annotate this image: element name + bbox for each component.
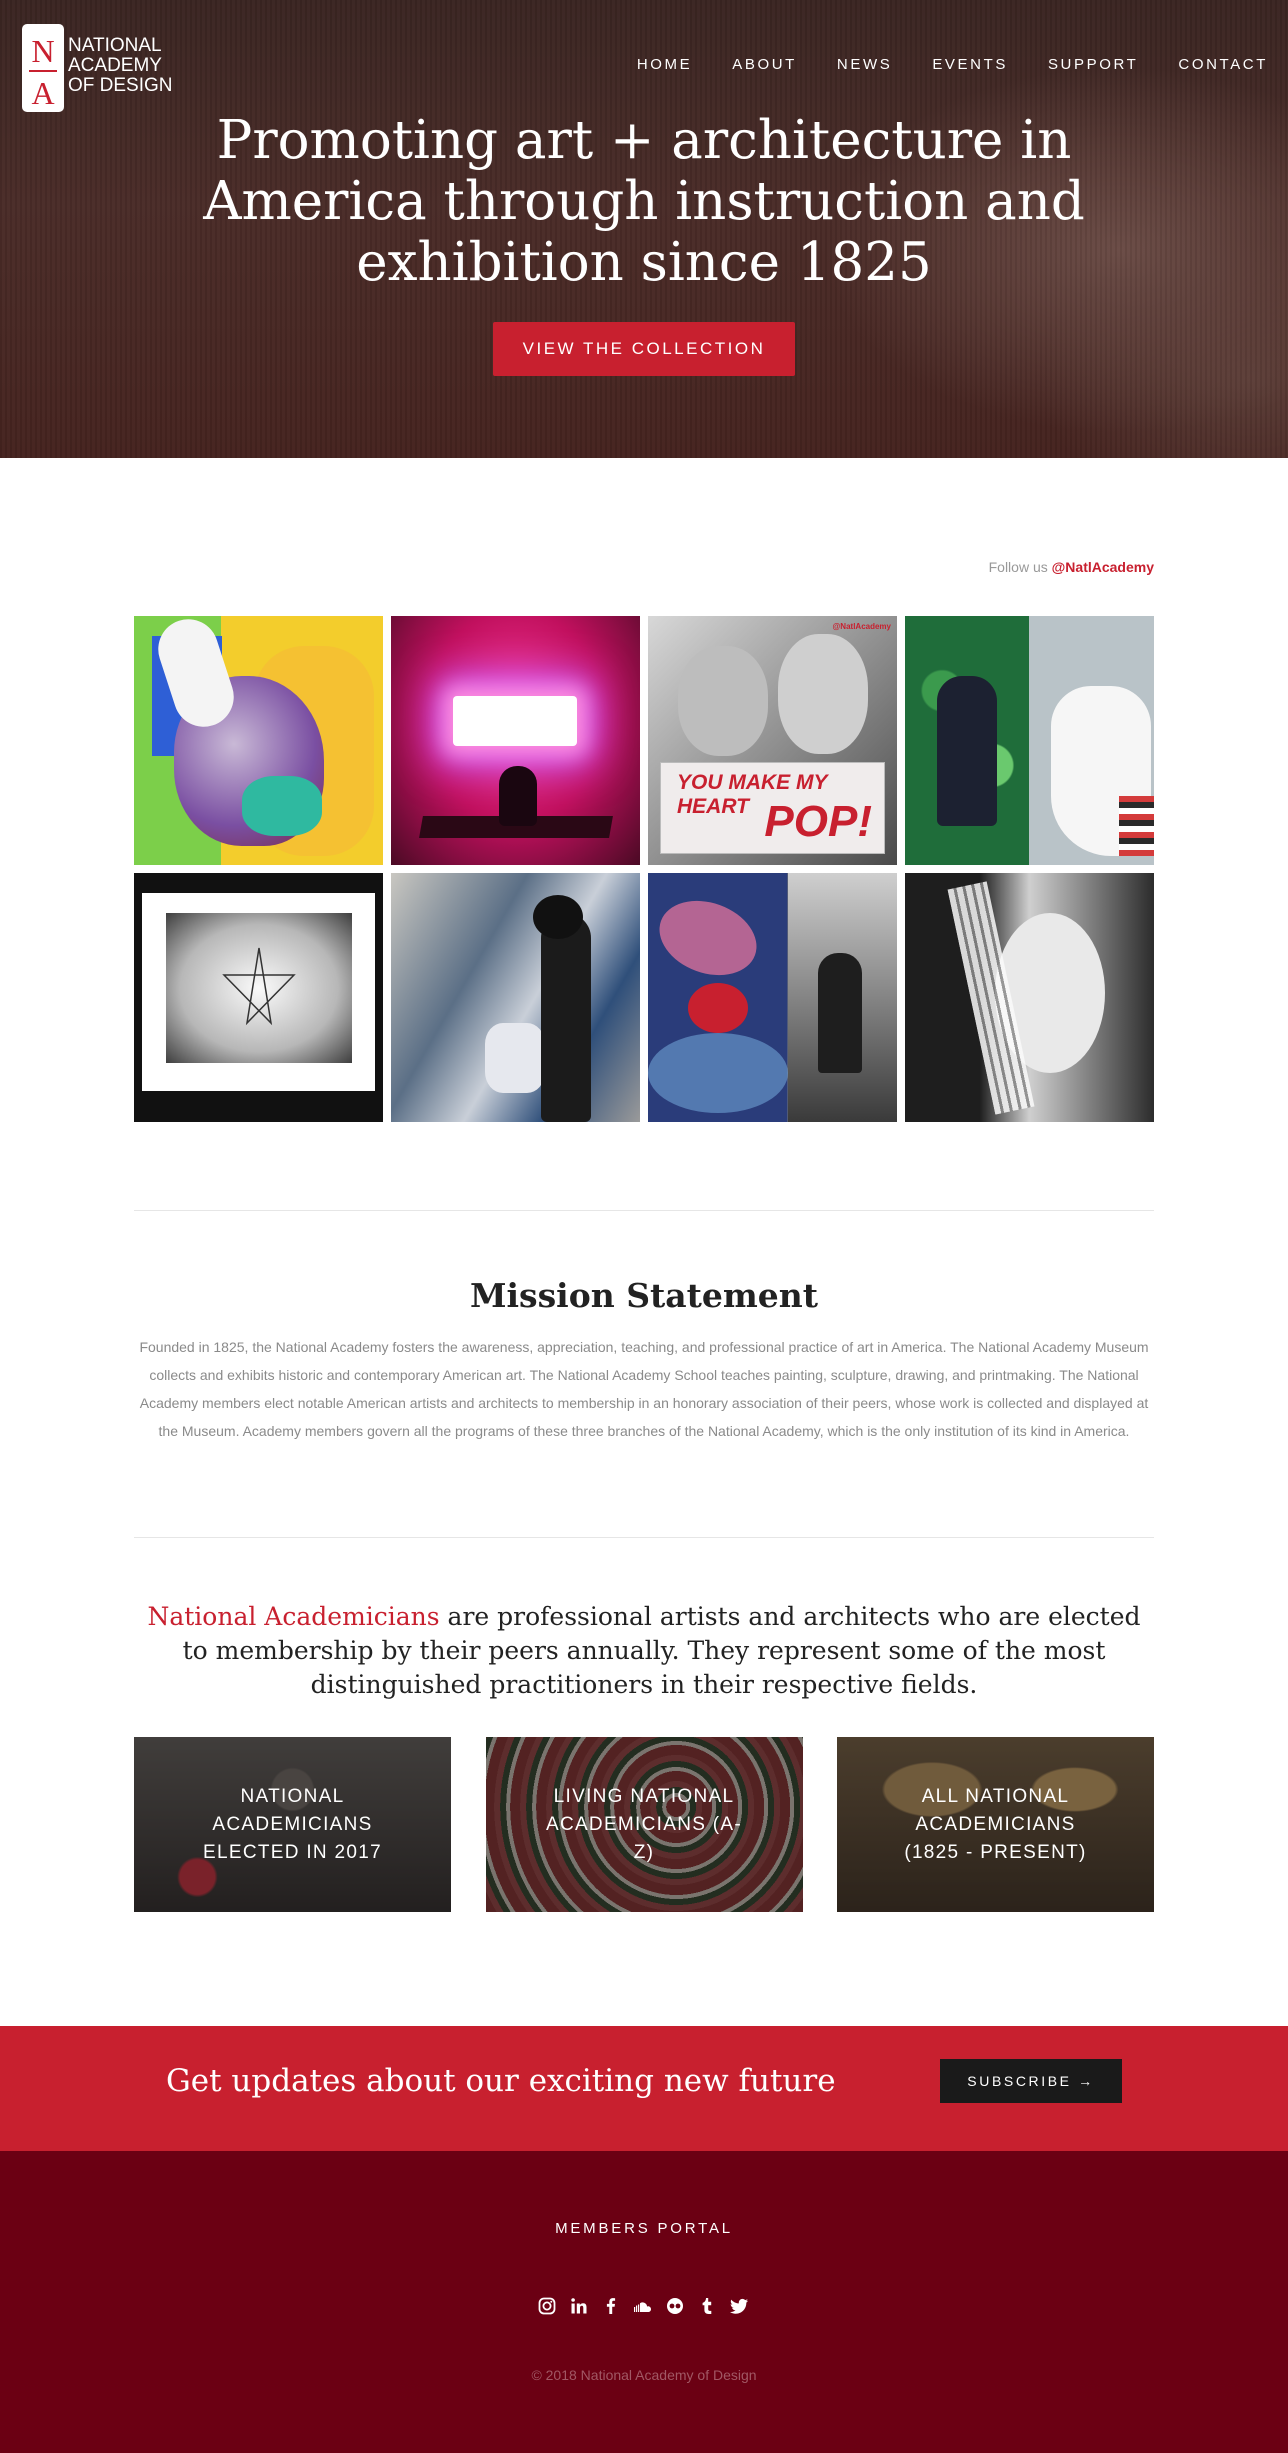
site-logo[interactable]: N A NATIONAL ACADEMY OF DESIGN — [20, 22, 173, 112]
logo-monogram-glyphs: N A — [29, 33, 57, 111]
nav-support[interactable]: SUPPORT — [1048, 56, 1138, 73]
main-nav: HOME ABOUT NEWS EVENTS SUPPORT CONTACT — [597, 56, 1268, 73]
logo-line-2: ACADEMY — [68, 55, 162, 76]
hero-section: N A NATIONAL ACADEMY OF DESIGN HOME ABOU… — [0, 0, 1288, 458]
post-6-cloth — [485, 1023, 545, 1093]
post-5-star — [222, 947, 296, 1026]
divider — [134, 1537, 1154, 1538]
instagram-post-6[interactable] — [391, 873, 640, 1122]
instagram-follow-line: Follow us @NatlAcademy — [989, 559, 1154, 575]
svg-text:N: N — [31, 33, 54, 69]
card-academicians-2017[interactable]: NATIONAL ACADEMICIANS ELECTED IN 2017 — [134, 1737, 451, 1912]
social-links — [537, 2296, 749, 2316]
academician-cards: NATIONAL ACADEMICIANS ELECTED IN 2017 LI… — [134, 1737, 1154, 1912]
instagram-handle-link[interactable]: @NatlAcademy — [1052, 559, 1154, 575]
logo-line-1: NATIONAL — [68, 35, 162, 56]
post-6-figure — [541, 913, 591, 1122]
subscribe-button[interactable]: SUBSCRIBE → — [940, 2059, 1122, 2103]
view-collection-button[interactable]: VIEW THE COLLECTION — [493, 322, 795, 376]
mission-text: Founded in 1825, the National Academy fo… — [139, 1339, 1149, 1439]
post-7-paint — [648, 1033, 788, 1113]
instagram-post-3[interactable]: @NatlAcademy YOU MAKE MY HEART POP! — [648, 616, 897, 865]
hero-title: Promoting art + architecture in America … — [203, 110, 1085, 293]
post-7-paint — [649, 888, 767, 988]
post-3-sign-line-2: POP! — [764, 797, 872, 846]
instagram-post-2[interactable] — [391, 616, 640, 865]
post-6-hair — [533, 895, 583, 939]
card-label: LIVING NATIONAL ACADEMICIANS (A-Z) — [545, 1785, 743, 1863]
logo-wordmark: NATIONAL ACADEMY OF DESIGN — [68, 36, 173, 96]
post-2-figure — [499, 766, 537, 826]
instagram-post-8[interactable] — [905, 873, 1154, 1122]
card-label: NATIONAL ACADEMICIANS ELECTED IN 2017 — [203, 1785, 382, 1863]
card-all-academicians[interactable]: ALL NATIONAL ACADEMICIANS (1825 - PRESEN… — [837, 1737, 1154, 1912]
instagram-grid: @NatlAcademy YOU MAKE MY HEART POP! — [134, 616, 1154, 1122]
card-label: ALL NATIONAL ACADEMICIANS (1825 - PRESEN… — [904, 1785, 1087, 1863]
post-3-figure — [678, 646, 768, 756]
logo-line-3: OF DESIGN — [68, 75, 173, 96]
post-7-figure — [818, 953, 862, 1073]
nav-news[interactable]: NEWS — [837, 56, 892, 73]
twitter-icon[interactable] — [729, 2296, 749, 2316]
card-living-academicians[interactable]: LIVING NATIONAL ACADEMICIANS (A-Z) — [485, 1737, 803, 1912]
instagram-post-1[interactable] — [134, 616, 383, 865]
post-1-shape — [242, 776, 322, 836]
post-4-figure — [937, 676, 997, 826]
academicians-link[interactable]: National Academicians — [147, 1602, 439, 1631]
copyright-text: © 2018 National Academy of Design — [531, 2367, 757, 2383]
members-portal-row: MEMBERS PORTAL — [0, 2220, 1288, 2237]
flickr-icon[interactable] — [665, 2296, 685, 2316]
post-3-figure — [778, 634, 868, 754]
linkedin-icon[interactable] — [569, 2296, 589, 2316]
follow-prefix: Follow us — [988, 559, 1052, 575]
nav-about[interactable]: ABOUT — [732, 56, 797, 73]
instagram-post-7[interactable] — [648, 873, 897, 1122]
academicians-intro: National Academicians are professional a… — [134, 1600, 1154, 1702]
post-3-tag: @NatlAcademy — [832, 622, 892, 631]
divider — [134, 1210, 1154, 1211]
post-2-light — [453, 696, 577, 746]
instagram-post-4[interactable] — [905, 616, 1154, 865]
post-4-stripe — [1119, 796, 1154, 856]
mission-title: Mission Statement — [469, 1276, 819, 1315]
logo-monogram: N A — [22, 24, 64, 112]
svg-text:A: A — [31, 75, 54, 111]
facebook-icon[interactable] — [601, 2296, 621, 2316]
tumblr-icon[interactable] — [697, 2296, 717, 2316]
nav-contact[interactable]: CONTACT — [1178, 56, 1268, 73]
post-7-paint — [688, 983, 748, 1033]
instagram-icon[interactable] — [537, 2296, 557, 2316]
members-portal-link[interactable]: MEMBERS PORTAL — [555, 2220, 733, 2237]
nav-home[interactable]: HOME — [637, 56, 692, 73]
subscribe-banner: Get updates about our exciting new futur… — [0, 2026, 1288, 2151]
site-footer: MEMBERS PORTAL © 2018 National Academy o… — [0, 2151, 1288, 2453]
instagram-post-5[interactable] — [134, 873, 383, 1122]
post-3-sign: YOU MAKE MY HEART POP! — [660, 762, 885, 854]
subscribe-heading: Get updates about our exciting new futur… — [166, 2063, 836, 2099]
soundcloud-icon[interactable] — [633, 2296, 653, 2316]
nav-events[interactable]: EVENTS — [932, 56, 1008, 73]
